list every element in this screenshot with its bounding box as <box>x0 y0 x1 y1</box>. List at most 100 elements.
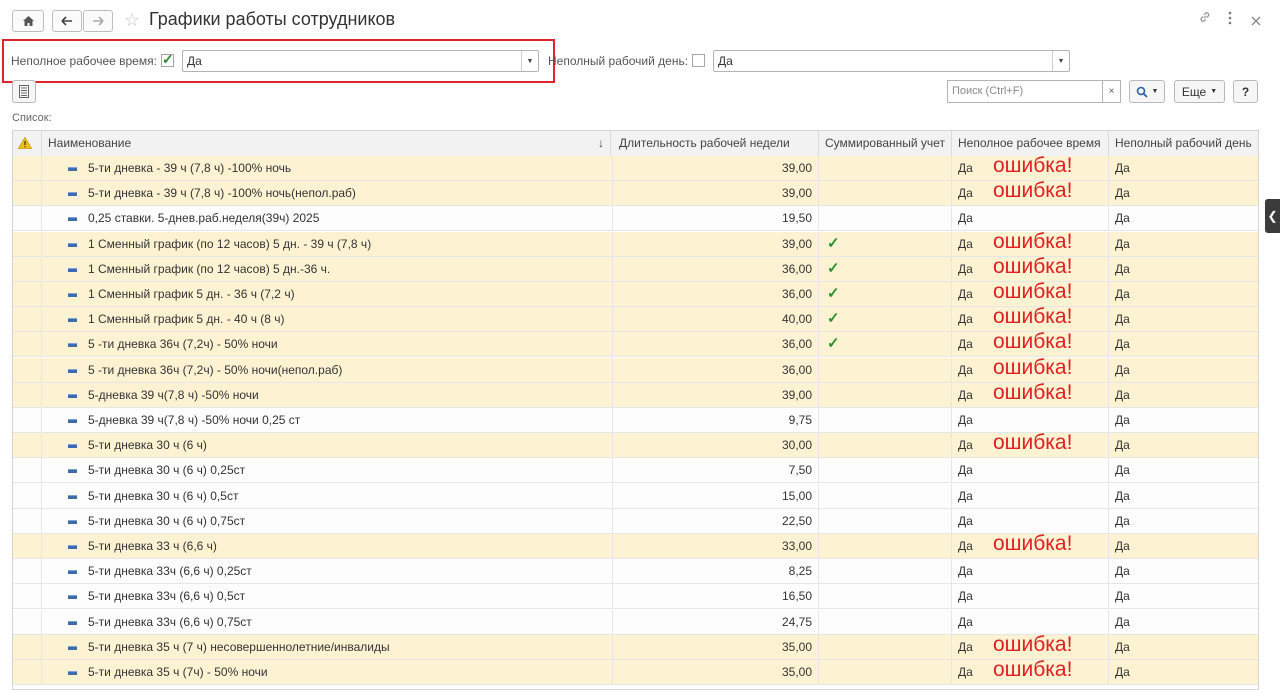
side-panel-toggle[interactable]: ❮ <box>1265 199 1280 233</box>
row-summed: ✓ <box>819 332 952 357</box>
column-summed[interactable]: Суммированный учет <box>819 131 952 156</box>
part-time-value: Да <box>187 54 202 68</box>
check-icon: ✓ <box>827 335 840 353</box>
row-duration: 36,00 <box>613 357 819 382</box>
table-row[interactable]: 5-ти дневка 33 ч (6,6 ч) 33,00 Да Да ошибка! <box>13 532 1258 559</box>
sort-arrow-icon[interactable]: ↓ <box>598 131 604 155</box>
table-row[interactable]: 5-ти дневка 33ч (6,6 ч) 0,5ст 16,50 Да Да <box>13 584 1258 610</box>
star-icon[interactable]: ☆ <box>124 10 140 31</box>
part-time-checkbox[interactable] <box>161 51 174 68</box>
link-icon[interactable] <box>1198 10 1212 28</box>
row-name: 1 Сменный график 5 дн. - 40 ч (8 ч) <box>42 307 613 332</box>
row-warning-cell <box>13 559 42 584</box>
row-summed <box>819 660 952 684</box>
table-row[interactable]: 5-ти дневка 30 ч (6 ч) 0,25ст 7,50 Да Да <box>13 458 1258 484</box>
row-duration: 39,00 <box>613 382 819 407</box>
row-part-day: Да <box>1115 488 1130 503</box>
table-row[interactable]: 5-ти дневка 30 ч (6 ч) 0,5ст 15,00 Да Да <box>13 483 1258 509</box>
column-warning[interactable] <box>13 131 42 156</box>
close-icon[interactable] <box>1251 13 1261 30</box>
row-name: 5-ти дневка 30 ч (6 ч) 0,75ст <box>42 508 613 533</box>
table-row[interactable]: 5-ти дневка - 39 ч (7,8 ч) -100% ночь(не… <box>13 179 1258 207</box>
check-icon: ✓ <box>827 285 840 302</box>
row-summed <box>819 357 952 382</box>
dropdown-arrow-icon[interactable]: ▼ <box>521 51 538 71</box>
row-warning-cell <box>13 382 42 407</box>
home-button[interactable] <box>12 10 44 32</box>
help-button[interactable]: ? <box>1233 80 1258 103</box>
row-warning-cell <box>13 256 42 281</box>
forward-button[interactable] <box>83 10 113 32</box>
row-summed <box>819 634 952 659</box>
list-settings-button[interactable] <box>12 80 36 103</box>
row-name: 5-ти дневка 35 ч (7ч) - 50% ночи <box>42 660 613 684</box>
row-name: 1 Сменный график 5 дн. - 36 ч (7,2 ч) <box>42 282 613 306</box>
row-duration: 35,00 <box>613 634 819 659</box>
row-warning-cell <box>13 483 42 508</box>
error-annotation: ошибка! <box>993 532 1073 555</box>
back-button[interactable] <box>52 10 82 32</box>
search-clear-button[interactable]: × <box>1103 80 1121 103</box>
row-summed <box>819 609 952 634</box>
row-warning-cell <box>13 534 42 558</box>
row-part-day: Да <box>1115 463 1130 478</box>
row-summed: ✓ <box>819 307 952 332</box>
row-warning-cell <box>13 508 42 533</box>
row-duration: 39,00 <box>613 231 819 256</box>
column-part-day[interactable]: Неполный рабочий день <box>1109 131 1258 156</box>
more-label: Еще <box>1181 84 1207 99</box>
row-part-time: Да <box>952 559 1109 584</box>
row-summed <box>819 408 952 432</box>
check-icon: ✓ <box>827 310 840 328</box>
error-annotation: ошибка! <box>993 658 1073 681</box>
part-time-select[interactable]: Да ▼ <box>182 50 539 72</box>
page-title: Графики работы сотрудников <box>149 9 396 29</box>
more-button[interactable]: Еще ▼ <box>1174 80 1225 103</box>
row-duration: 35,00 <box>613 660 819 684</box>
row-duration: 19,50 <box>613 206 819 231</box>
row-name: 5-ти дневка - 39 ч (7,8 ч) -100% ночь <box>42 156 613 180</box>
column-name[interactable]: Наименование ↓ <box>42 131 611 156</box>
column-duration[interactable]: Длительность рабочей недели <box>613 131 819 156</box>
row-part-day: Да <box>1115 614 1130 629</box>
row-part-day: Да <box>1115 186 1130 201</box>
row-summed <box>819 181 952 206</box>
table-row[interactable]: 5-ти дневка 30 ч (6 ч) 30,00 Да Да ошибка! <box>13 431 1258 459</box>
table-row[interactable]: 5-ти дневка 33ч (6,6 ч) 0,25ст 8,25 Да Да <box>13 559 1258 585</box>
part-day-select[interactable]: Да ▼ <box>713 50 1070 72</box>
row-duration: 9,75 <box>613 408 819 432</box>
row-summed <box>819 483 952 508</box>
row-duration: 16,50 <box>613 584 819 609</box>
row-warning-cell <box>13 332 42 357</box>
list-icon <box>19 85 29 98</box>
row-name: 5-ти дневка 33ч (6,6 ч) 0,25ст <box>42 559 613 584</box>
row-summed: ✓ <box>819 231 952 256</box>
row-warning-cell <box>13 206 42 231</box>
row-duration: 36,00 <box>613 256 819 281</box>
row-duration: 22,50 <box>613 508 819 533</box>
part-day-checkbox[interactable] <box>692 54 705 67</box>
row-name: 5-ти дневка 33ч (6,6 ч) 0,75ст <box>42 609 613 634</box>
row-warning-cell <box>13 634 42 659</box>
table-row[interactable]: 5-ти дневка 35 ч (7ч) - 50% ночи 35,00 Да Д… <box>13 658 1258 685</box>
search-button[interactable]: ▼ <box>1129 80 1165 103</box>
error-annotation: ошибка! <box>993 254 1073 278</box>
row-summed: ✓ <box>819 282 952 306</box>
row-part-day: Да <box>1115 161 1130 175</box>
home-icon <box>22 16 34 26</box>
more-vertical-icon[interactable] <box>1228 11 1232 29</box>
row-name: 5-ти дневка 33ч (6,6 ч) 0,5ст <box>42 584 613 609</box>
row-part-day: Да <box>1115 589 1130 604</box>
row-warning-cell <box>13 307 42 332</box>
row-part-day: Да <box>1115 438 1130 453</box>
warning-icon <box>17 136 33 149</box>
search-input[interactable]: Поиск (Ctrl+F) <box>947 80 1103 103</box>
row-summed <box>819 534 952 558</box>
table-row[interactable]: 5-дневка 39 ч(7,8 ч) -50% ночи 39,00 Да Да о… <box>13 381 1258 408</box>
row-summed: ✓ <box>819 256 952 281</box>
row-name: 5-ти дневка 33 ч (6,6 ч) <box>42 534 613 558</box>
dropdown-arrow-icon[interactable]: ▼ <box>1052 51 1069 71</box>
row-warning-cell <box>13 433 42 458</box>
list-label: Список: <box>12 112 52 124</box>
row-part-time: Да <box>952 483 1109 508</box>
